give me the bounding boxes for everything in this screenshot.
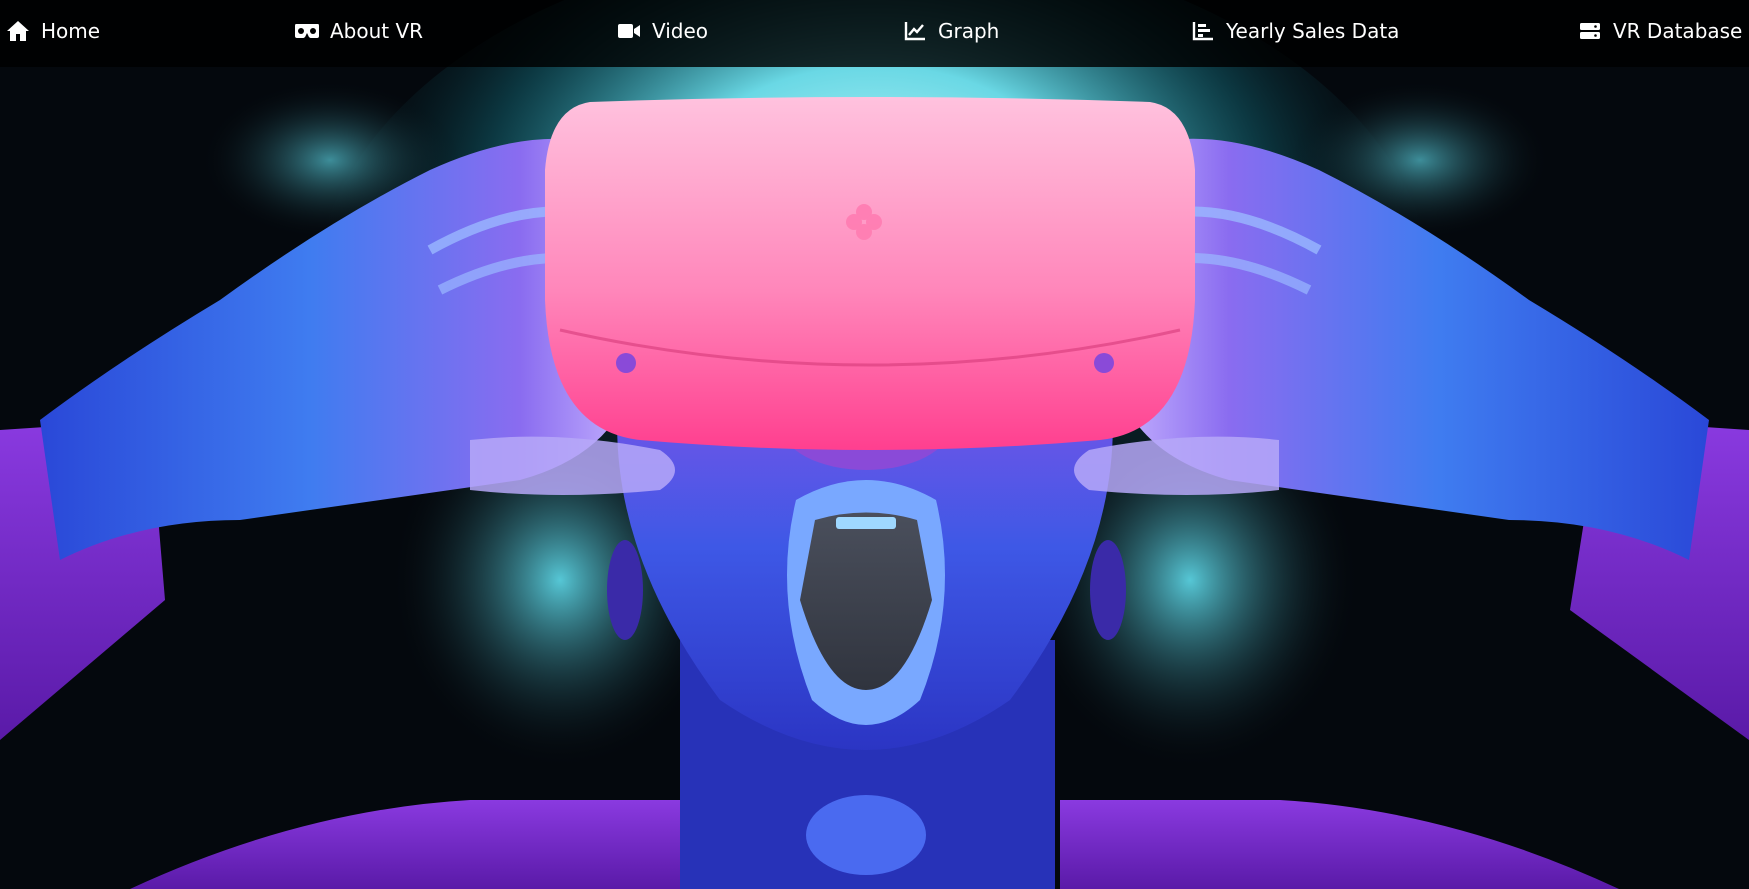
nav-vr-database-link[interactable]: VR Database xyxy=(1577,0,1742,62)
hero-illustration xyxy=(0,0,1749,889)
video-camera-icon xyxy=(616,19,642,43)
nav-about-vr-link[interactable]: About VR xyxy=(294,0,423,62)
nav-graph-link[interactable]: Graph xyxy=(902,0,999,62)
database-server-icon xyxy=(1577,19,1603,43)
nav-vr-database-label: VR Database xyxy=(1613,19,1743,43)
nav-graph-label: Graph xyxy=(938,19,1000,43)
nav-yearly-sales-label: Yearly Sales Data xyxy=(1226,19,1400,43)
nav-about-vr-label: About VR xyxy=(330,19,424,43)
top-navigation-bar: Home About VR Video Graph Yearly Sales D xyxy=(0,0,1749,67)
nav-home-link[interactable]: Home xyxy=(5,0,100,62)
nav-yearly-sales-link[interactable]: Yearly Sales Data xyxy=(1190,0,1399,62)
bar-chart-icon xyxy=(1190,19,1216,43)
nav-video-label: Video xyxy=(652,19,709,43)
line-chart-icon xyxy=(902,19,928,43)
nav-home-label: Home xyxy=(41,19,101,43)
home-icon xyxy=(5,19,31,43)
page: Home About VR Video Graph Yearly Sales D xyxy=(0,0,1749,889)
nav-video-link[interactable]: Video xyxy=(616,0,708,62)
vr-headset-icon xyxy=(294,19,320,43)
